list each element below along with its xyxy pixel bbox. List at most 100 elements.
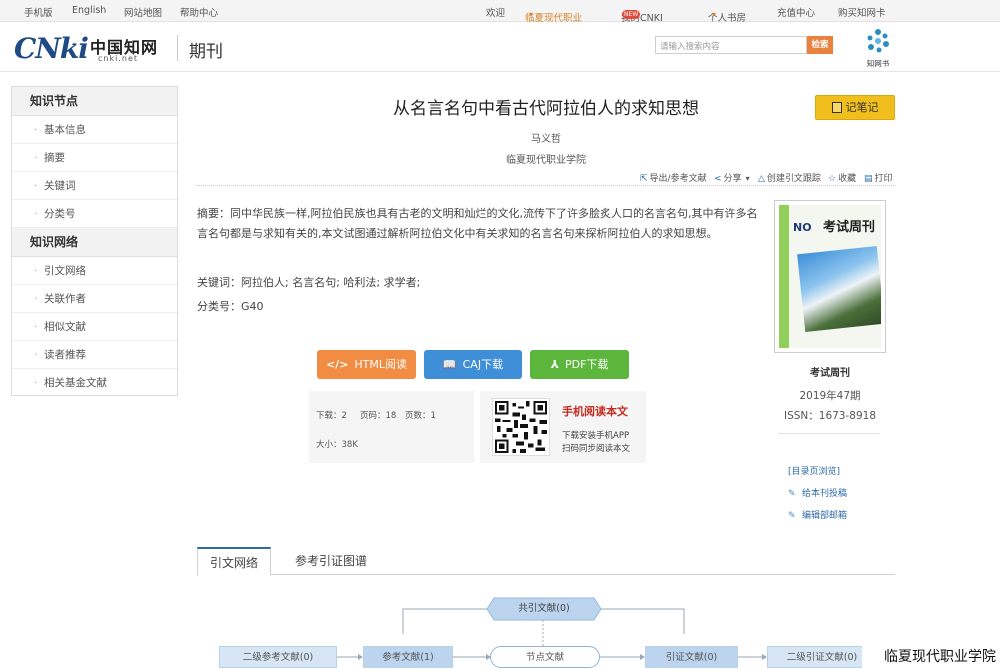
print-label: 打印 bbox=[874, 174, 893, 184]
bell-icon: △ bbox=[758, 174, 765, 184]
section-title: 期刊 bbox=[189, 42, 223, 62]
mobile-read-hint-1: 下载安装手机APP bbox=[562, 431, 630, 441]
cover-title: 考试周刊 bbox=[823, 220, 876, 235]
zhiwang-book-logo[interactable]: 知网书 bbox=[858, 26, 898, 70]
export-icon: ⇱ bbox=[640, 174, 648, 184]
cover-image: NO 考试周刊 bbox=[779, 205, 881, 348]
journal-cover[interactable]: NO 考试周刊 bbox=[774, 200, 886, 353]
zhiwang-label: 知网书 bbox=[866, 59, 890, 68]
page-number: 页码：18 bbox=[360, 411, 397, 421]
top-bar: 手机版 English 网站地图 帮助中心 欢迎 临夏现代职业 ▾ 我的CNKI N… bbox=[0, 0, 1000, 24]
network-tabs: 引文网络 参考引证图谱 bbox=[197, 547, 895, 576]
article-org[interactable]: 临夏现代职业学院 bbox=[196, 151, 896, 166]
cited-node[interactable]: 引证文献(0) bbox=[645, 646, 738, 668]
mobile-read-title[interactable]: 手机阅读本文 bbox=[562, 403, 628, 419]
take-note-button[interactable]: 记笔记 bbox=[815, 95, 895, 120]
export-button[interactable]: ⇱ 导出/参考文献 bbox=[640, 171, 707, 184]
welcome-text: 欢迎 bbox=[486, 8, 506, 19]
cover-photo bbox=[797, 246, 881, 332]
favorite-label: 收藏 bbox=[838, 174, 857, 184]
take-note-label: 记笔记 bbox=[845, 101, 879, 114]
html-read-label: HTML阅读 bbox=[354, 358, 408, 371]
page-count: 页数：1 bbox=[405, 411, 436, 421]
share-label: 分享 bbox=[723, 174, 742, 184]
edit-icon: ✎ bbox=[788, 511, 796, 521]
export-label: 导出/参考文献 bbox=[649, 174, 707, 184]
focal-node[interactable]: 节点文献 bbox=[490, 646, 600, 668]
cover-no: NO bbox=[793, 221, 812, 234]
sidebar-item-related-authors[interactable]: 关联作者 bbox=[12, 285, 177, 313]
logo-url: cnki.net bbox=[98, 54, 138, 63]
header: CNki 中国知网 cnki.net 期刊 请输入搜索内容 检索 知网书 bbox=[0, 22, 1000, 72]
download-stats: 下载：2 页码：18 页数：1 大小：38K bbox=[309, 391, 474, 463]
caj-download-label: CAJ下载 bbox=[462, 358, 504, 371]
co-cited-node[interactable]: 共引文献(0) bbox=[486, 598, 602, 620]
journal-issn: ISSN：1673-8918 bbox=[783, 410, 876, 422]
book-icon: 📖 bbox=[442, 358, 457, 371]
caj-download-button[interactable]: 📖 CAJ下载 bbox=[424, 350, 522, 379]
article-title: 从名言名句中看古代阿拉伯人的求知思想 bbox=[393, 99, 699, 119]
mobile-link[interactable]: 手机版 bbox=[24, 5, 53, 19]
chevron-down-icon: ▾ bbox=[529, 10, 534, 19]
sidebar-item-citation-network[interactable]: 引文网络 bbox=[12, 257, 177, 285]
track-citation-button[interactable]: △ 创建引文跟踪 bbox=[758, 171, 821, 184]
pdf-icon: ⅄ bbox=[550, 358, 559, 371]
download-count: 下载：2 bbox=[316, 411, 347, 421]
second-ref-node[interactable]: 二级参考文献(0) bbox=[219, 646, 337, 668]
sidebar-group-title: 知识节点 bbox=[12, 87, 177, 116]
article-author[interactable]: 马义哲 bbox=[196, 130, 896, 145]
pdf-download-label: PDF下载 bbox=[564, 358, 609, 371]
file-size: 大小：38K bbox=[316, 440, 358, 450]
qr-code-icon[interactable] bbox=[492, 398, 550, 456]
institution-overlay: 临夏现代职业学院 bbox=[862, 646, 1000, 669]
search-button[interactable]: 检索 bbox=[807, 36, 833, 54]
submit-label: 给本刊投稿 bbox=[802, 489, 848, 499]
mobile-read-panel: 手机阅读本文 下载安装手机APP 扫码同步阅读本文 bbox=[480, 391, 646, 463]
share-button[interactable]: < 分享 ▾ bbox=[714, 171, 750, 184]
buy-card-link[interactable]: 购买知网卡 bbox=[838, 5, 886, 19]
sidebar-item-basic-info[interactable]: 基本信息 bbox=[12, 116, 177, 144]
search-input[interactable]: 请输入搜索内容 bbox=[655, 36, 807, 54]
submit-icon: ✎ bbox=[788, 489, 796, 499]
ref-node[interactable]: 参考文献(1) bbox=[363, 646, 453, 668]
header-divider bbox=[177, 35, 178, 61]
sidebar-item-abstract[interactable]: 摘要 bbox=[12, 144, 177, 172]
editor-email-link[interactable]: ✎ 编辑部邮箱 bbox=[788, 505, 847, 527]
sidebar-item-keywords[interactable]: 关键词 bbox=[12, 172, 177, 200]
second-cited-node[interactable]: 二级引证文献(0) bbox=[767, 646, 877, 668]
help-link[interactable]: 帮助中心 bbox=[180, 5, 218, 19]
journal-name[interactable]: 考试周刊 bbox=[774, 364, 886, 379]
keywords-text: 关键词：阿拉伯人; 名言名句; 哈利法; 求学者; bbox=[197, 276, 421, 289]
abstract-text: 摘要：同中华民族一样,阿拉伯民族也具有古老的文明和灿烂的文化,流传下了许多脍炙人… bbox=[197, 207, 758, 240]
sidebar-group-title: 知识网络 bbox=[12, 228, 177, 257]
favorite-button[interactable]: ☆ 收藏 bbox=[828, 171, 856, 184]
star-icon: ☆ bbox=[828, 174, 837, 184]
chevron-down-icon: ▾ bbox=[745, 174, 750, 183]
tab-citation-network[interactable]: 引文网络 bbox=[197, 547, 272, 576]
journal-issue[interactable]: 2019年47期 bbox=[774, 388, 886, 403]
cnki-logo[interactable]: CNki 中国知网 cnki.net bbox=[14, 32, 166, 66]
mobile-read-hint-2: 扫码同步阅读本文 bbox=[562, 444, 631, 454]
sitemap-link[interactable]: 网站地图 bbox=[124, 5, 162, 19]
recharge-link[interactable]: 充值中心 bbox=[777, 5, 815, 19]
sidebar-item-reader-recommend[interactable]: 读者推荐 bbox=[12, 341, 177, 369]
english-link[interactable]: English bbox=[72, 5, 106, 16]
submit-link[interactable]: ✎ 给本刊投稿 bbox=[788, 483, 847, 505]
cover-strip bbox=[779, 205, 789, 348]
print-button[interactable]: ▤ 打印 bbox=[864, 171, 893, 184]
pdf-download-button[interactable]: ⅄ PDF下载 bbox=[530, 350, 629, 379]
share-icon: < bbox=[714, 174, 722, 184]
html-read-button[interactable]: </> HTML阅读 bbox=[317, 350, 416, 379]
sidebar-item-similar-docs[interactable]: 相似文献 bbox=[12, 313, 177, 341]
tab-reference-map[interactable]: 参考引证图谱 bbox=[283, 547, 379, 575]
knowledge-sidebar: 知识节点 基本信息 摘要 关键词 分类号 知识网络 引文网络 关联作者 相似文献… bbox=[11, 86, 178, 397]
notebook-icon bbox=[831, 102, 842, 113]
sidebar-item-fund-docs[interactable]: 相关基金文献 bbox=[12, 369, 177, 397]
printer-icon: ▤ bbox=[864, 174, 873, 184]
sidebar-item-classno[interactable]: 分类号 bbox=[12, 200, 177, 228]
citation-diagram: 共引文献(0) 二级参考文献(0) 参考文献(1) 节点文献 引证文献(0) 二… bbox=[200, 590, 900, 669]
journal-links: [目录页浏览] ✎ 给本刊投稿 ✎ 编辑部邮箱 bbox=[788, 461, 847, 527]
editor-email-label: 编辑部邮箱 bbox=[802, 511, 848, 521]
toc-link[interactable]: [目录页浏览] bbox=[788, 461, 847, 483]
pinwheel-icon bbox=[867, 29, 889, 53]
